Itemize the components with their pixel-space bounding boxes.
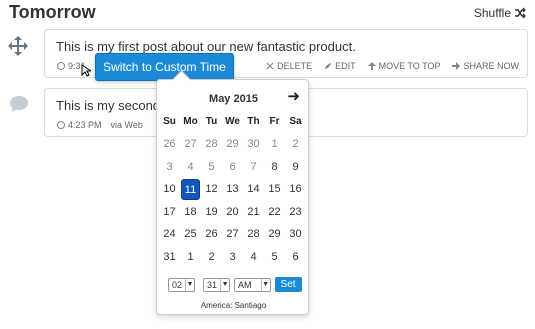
post-source: via Web: [110, 120, 143, 130]
switch-to-custom-time-button[interactable]: Switch to Custom Time: [95, 53, 234, 81]
calendar-day[interactable]: 15: [264, 178, 285, 201]
calendar-day[interactable]: 6: [285, 246, 306, 269]
clock-icon: [57, 62, 65, 70]
shuffle-label: Shuffle: [473, 6, 511, 20]
weekday-header: Sa: [289, 116, 302, 127]
post-time: 4:23 PM: [68, 120, 102, 130]
move-icon[interactable]: [7, 35, 29, 57]
ampm-select[interactable]: AM ▼: [234, 277, 271, 292]
calendar-day[interactable]: 19: [201, 201, 222, 224]
weekday-header: Th: [247, 116, 260, 127]
move-to-top-button[interactable]: MOVE TO TOP: [367, 61, 441, 71]
hour-select[interactable]: 02 ▼: [168, 277, 196, 292]
calendar-day[interactable]: 28: [201, 133, 222, 156]
next-month-icon[interactable]: ➜: [287, 89, 300, 104]
clock-icon: [57, 121, 65, 129]
calendar-day[interactable]: 18: [180, 201, 201, 224]
calendar-day[interactable]: 8: [264, 156, 285, 179]
delete-label: DELETE: [277, 61, 313, 71]
calendar-day[interactable]: 3: [159, 156, 180, 179]
calendar-day[interactable]: 20: [222, 201, 243, 224]
calendar-day[interactable]: 16: [285, 178, 306, 201]
pencil-icon: [325, 63, 332, 69]
edit-label: EDIT: [335, 61, 356, 71]
shuffle-button[interactable]: Shuffle: [474, 6, 526, 20]
calendar-day[interactable]: 30: [243, 133, 264, 156]
calendar-day[interactable]: 6: [222, 156, 243, 179]
calendar-day[interactable]: 2: [285, 133, 306, 156]
datepicker-popup: May 2015 ➜ Su Mo Tu We Th Fr Sa 26 27 28 29 30 1 2 3 4 5…: [156, 70, 309, 315]
calendar-day[interactable]: 3: [222, 246, 243, 269]
calendar-day[interactable]: 26: [159, 133, 180, 156]
edit-button[interactable]: EDIT: [324, 61, 356, 71]
calendar-day[interactable]: 10: [159, 178, 180, 201]
calendar-grid: Su Mo Tu We Th Fr Sa 26 27 28 29 30 1 2 3 4 5 6 7 8 9 10 11 12 1…: [159, 111, 307, 268]
post-actions: DELETE EDIT MOVE TO TOP SHARE NOW: [266, 61, 519, 71]
page-title: Tomorrow: [9, 2, 96, 22]
chevron-down-icon: ▼: [260, 278, 270, 291]
mouse-cursor-icon: [81, 64, 91, 77]
calendar-day[interactable]: 29: [222, 133, 243, 156]
weekday-header: Fr: [269, 116, 280, 127]
calendar-day[interactable]: 31: [159, 246, 180, 269]
post-meta: 4:23 PM via Web: [57, 120, 143, 130]
calendar-day[interactable]: 23: [285, 201, 306, 224]
calendar-day[interactable]: 17: [159, 201, 180, 224]
weekday-header: We: [225, 116, 240, 127]
calendar-day[interactable]: 28: [243, 223, 264, 246]
weekday-header: Mo: [183, 116, 198, 127]
time-selector: 02 ▼ 31 ▼ AM ▼ Set: [168, 277, 302, 292]
arrow-right-icon: [452, 62, 461, 70]
share-now-label: SHARE NOW: [463, 61, 519, 71]
calendar-day[interactable]: 27: [222, 223, 243, 246]
calendar-day[interactable]: 1: [264, 133, 285, 156]
calendar-day[interactable]: 26: [201, 223, 222, 246]
calendar-day[interactable]: 13: [222, 178, 243, 201]
delete-button[interactable]: DELETE: [266, 61, 312, 71]
calendar-day[interactable]: 4: [243, 246, 264, 269]
weekday-header: Su: [163, 116, 176, 127]
calendar-day[interactable]: 4: [180, 156, 201, 179]
move-top-label: MOVE TO TOP: [378, 61, 441, 71]
chevron-down-icon: ▼: [185, 278, 194, 291]
calendar-day[interactable]: 5: [201, 156, 222, 179]
calendar-day[interactable]: 29: [264, 223, 285, 246]
calendar-day[interactable]: 21: [243, 201, 264, 224]
set-button[interactable]: Set: [274, 277, 302, 292]
shuffle-icon: [515, 7, 526, 19]
share-now-button[interactable]: SHARE NOW: [452, 61, 519, 71]
calendar-day[interactable]: 25: [180, 223, 201, 246]
post-text: This is my first post about our new fant…: [56, 39, 356, 54]
calendar-day[interactable]: 22: [264, 201, 285, 224]
comment-icon: [10, 96, 28, 112]
timezone-label: America: Santiago: [200, 301, 267, 310]
minute-select[interactable]: 31 ▼: [203, 277, 231, 292]
calendar-day[interactable]: 12: [201, 178, 222, 201]
calendar-day[interactable]: 11: [181, 179, 200, 200]
close-icon: [266, 62, 274, 70]
calendar-day[interactable]: 2: [201, 246, 222, 269]
weekday-header: Tu: [205, 116, 218, 127]
calendar-day[interactable]: 14: [243, 178, 264, 201]
calendar-day[interactable]: 30: [285, 223, 306, 246]
calendar-day[interactable]: 5: [264, 246, 285, 269]
calendar-day[interactable]: 9: [285, 156, 306, 179]
chevron-down-icon: ▼: [220, 278, 229, 291]
arrow-up-icon: [367, 62, 376, 70]
calendar-day[interactable]: 27: [180, 133, 201, 156]
calendar-day[interactable]: 1: [180, 246, 201, 269]
calendar-day[interactable]: 7: [243, 156, 264, 179]
calendar-day[interactable]: 24: [159, 223, 180, 246]
